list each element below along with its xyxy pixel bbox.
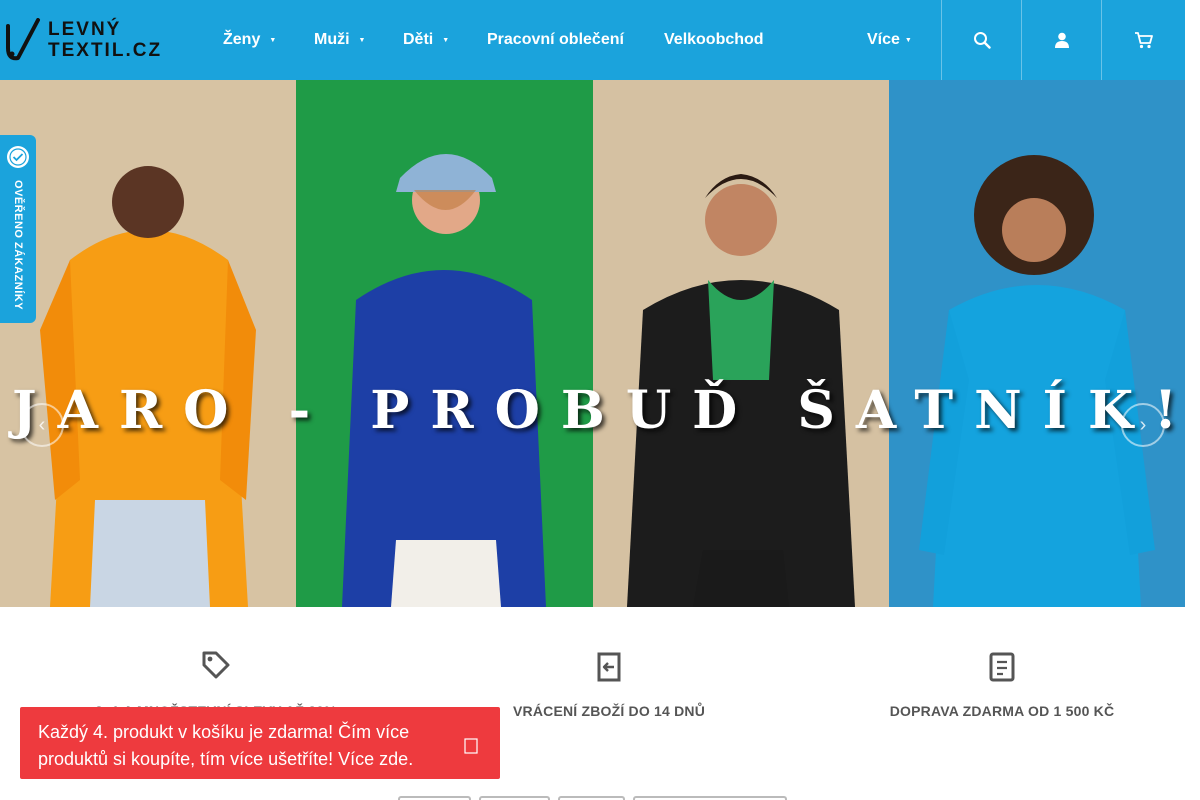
chevron-right-icon: › [1139,413,1147,436]
bottom-tab-4[interactable] [633,796,787,800]
cart-icon [1134,32,1153,49]
nav-item-label: Děti [403,31,434,48]
nav-item-muzi[interactable]: Muži ▼ [314,0,365,80]
nav-item-zeny[interactable]: Ženy ▼ [223,0,276,80]
chevron-down-icon: ▼ [904,37,912,44]
model-blue-hoodie-image [296,80,593,607]
cart-button[interactable] [1101,0,1185,80]
chevron-down-icon: ▼ [269,37,277,44]
model-orange-hoodie-image [0,80,296,607]
model-black-hoodie-image [593,80,889,607]
hero-panel-3 [593,80,889,607]
logo-mark-icon [6,18,40,61]
badge-label: OVĚŘENO ZÁKAZNÍKY [12,179,24,311]
user-icon [1054,32,1069,48]
model-blue-longsleeve-image [889,80,1185,607]
tag-icon [202,651,230,679]
hero-panel-1 [0,80,296,607]
verified-customers-badge[interactable]: OVĚŘENO ZÁKAZNÍKY [0,135,36,323]
nav-item-label: Muži [314,31,350,48]
promo-notification: Každý 4. produkt v košíku je zdarma! Čím… [20,707,500,779]
slider-next-button[interactable]: › [1121,403,1165,447]
hero-panel-2 [296,80,593,607]
verified-seal-icon [7,146,29,168]
return-icon [597,652,621,682]
bottom-tab-2[interactable] [479,796,550,800]
site-logo[interactable]: LEVNÝ TEXTIL.CZ [4,18,164,64]
search-button[interactable] [941,0,1021,80]
nav-item-label: Velkoobchod [664,31,764,48]
hero-slider[interactable]: JARO - PROBUĎ ŠATNÍK! ‹ › [0,80,1185,607]
feature-shipping: DOPRAVA ZDARMA OD 1 500 KČ [802,650,1200,719]
slider-prev-button[interactable]: ‹ [20,403,64,447]
site-header: LEVNÝ TEXTIL.CZ Ženy ▼ Muži ▼ Děti ▼ Pracov… [0,0,1185,80]
logo-line1: LEVNÝ [48,19,122,40]
logo-line2: TEXTIL.CZ [48,40,163,61]
bottom-tab-3[interactable] [558,796,625,800]
nav-item-velkoobchod[interactable]: Velkoobchod [664,0,764,80]
close-icon [464,738,478,754]
nav-item-label: Ženy [223,31,261,48]
truck-icon [989,652,1015,682]
chevron-down-icon: ▼ [442,37,450,44]
nav-item-pracovni-obleceni[interactable]: Pracovní oblečení [487,0,624,80]
hero-panel-4 [889,80,1185,607]
bottom-tab-1[interactable] [398,796,471,800]
feature-label: DOPRAVA ZDARMA OD 1 500 KČ [889,703,1115,719]
chevron-left-icon: ‹ [38,413,46,436]
promo-more-link[interactable]: Více zde. [338,749,413,769]
nav-item-vice[interactable]: Více ▼ [867,0,912,80]
account-button[interactable] [1021,0,1101,80]
chevron-down-icon: ▼ [358,37,366,44]
nav-item-deti[interactable]: Děti ▼ [403,0,449,80]
nav-item-label: Více [867,31,900,48]
nav-item-label: Pracovní oblečení [487,31,624,48]
close-button[interactable] [464,735,478,754]
hero-title: JARO - PROBUĎ ŠATNÍK! [12,380,1185,441]
search-icon [973,32,991,49]
